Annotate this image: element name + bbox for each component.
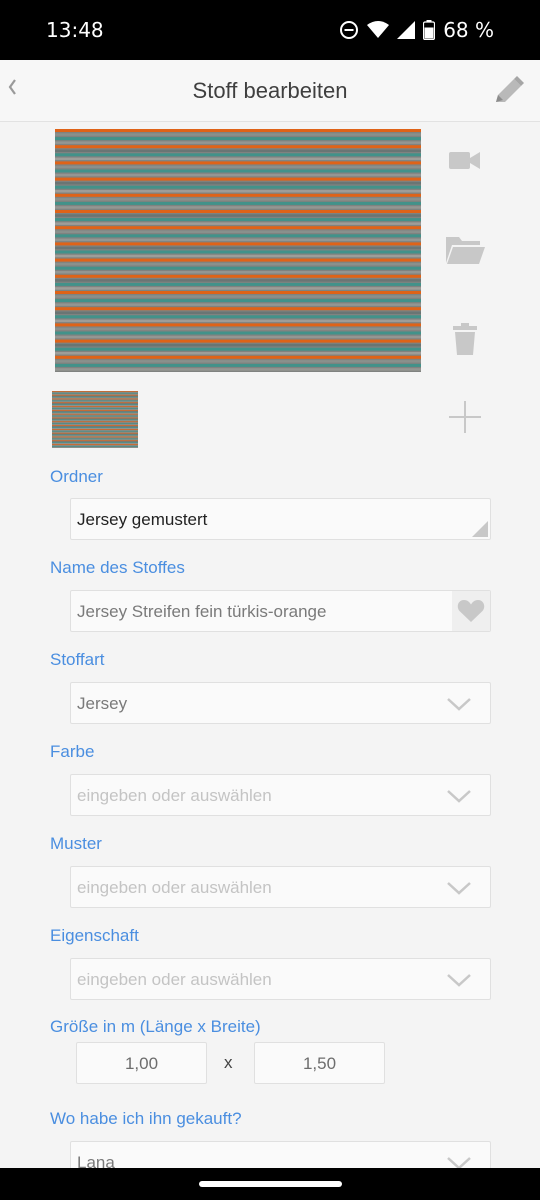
fabric-photo[interactable]	[55, 129, 421, 372]
app-screen: Stoff bearbeiten Ordner Jersey gemustert	[0, 60, 540, 1168]
name-value: Jersey Streifen fein türkis-orange	[77, 602, 327, 621]
page-title: Stoff bearbeiten	[192, 78, 348, 103]
signal-icon	[397, 21, 416, 39]
status-time: 13:48	[46, 18, 104, 42]
gekauft-select[interactable]: Lana	[70, 1141, 491, 1168]
fabric-thumbnail[interactable]	[52, 391, 138, 448]
muster-select[interactable]: eingeben oder auswählen	[70, 866, 491, 908]
chevron-down-icon	[447, 790, 471, 803]
ordner-field[interactable]: Jersey gemustert	[70, 498, 491, 540]
muster-label: Muster	[50, 834, 102, 853]
battery-percent: 68 %	[443, 18, 494, 42]
stoffart-label: Stoffart	[50, 650, 105, 669]
name-field[interactable]: Jersey Streifen fein türkis-orange	[70, 590, 491, 632]
do-not-disturb-icon	[339, 20, 359, 40]
dropdown-corner-icon	[472, 521, 488, 537]
name-label: Name des Stoffes	[50, 558, 185, 577]
farbe-select[interactable]: eingeben oder auswählen	[70, 774, 491, 816]
eigenschaft-select[interactable]: eingeben oder auswählen	[70, 958, 491, 1000]
status-icons: 68 %	[339, 18, 494, 42]
striped-fabric-photo	[55, 129, 421, 372]
delete-button[interactable]	[452, 322, 478, 361]
pencil-icon	[496, 76, 524, 102]
video-camera-icon	[449, 152, 480, 169]
edit-button[interactable]	[490, 74, 526, 110]
battery-icon	[423, 20, 436, 40]
ordner-value: Jersey gemustert	[77, 510, 208, 529]
chevron-down-icon	[447, 974, 471, 987]
status-bar: 13:48 68 %	[0, 0, 540, 60]
gesture-nav-bar	[0, 1168, 540, 1200]
gekauft-label: Wo habe ich ihn gekauft?	[50, 1109, 242, 1128]
folder-button[interactable]	[444, 233, 486, 272]
farbe-label: Farbe	[50, 742, 95, 761]
home-gesture-handle[interactable]	[199, 1181, 342, 1187]
stoffart-select[interactable]: Jersey	[70, 682, 491, 724]
favorite-button[interactable]	[452, 591, 490, 631]
striped-fabric-thumbnail	[52, 391, 138, 448]
wifi-icon	[367, 21, 390, 39]
chevron-down-icon	[447, 698, 471, 711]
top-bar: Stoff bearbeiten	[0, 60, 540, 122]
chevron-down-icon	[447, 882, 471, 895]
muster-placeholder: eingeben oder auswählen	[77, 878, 272, 897]
ordner-label: Ordner	[50, 467, 103, 486]
heart-icon	[457, 600, 485, 622]
gekauft-value: Lana	[77, 1153, 115, 1168]
size-separator: x	[224, 1053, 233, 1072]
stoffart-value: Jersey	[77, 694, 128, 713]
breite-input[interactable]: 1,50	[254, 1042, 385, 1084]
laenge-input[interactable]: 1,00	[76, 1042, 207, 1084]
add-photo-button[interactable]	[448, 400, 482, 439]
chevron-down-icon	[447, 1157, 471, 1168]
eigenschaft-label: Eigenschaft	[50, 926, 139, 945]
eigenschaft-placeholder: eingeben oder auswählen	[77, 970, 272, 989]
farbe-placeholder: eingeben oder auswählen	[77, 786, 272, 805]
trash-icon	[453, 323, 477, 355]
folder-icon	[446, 237, 485, 264]
groesse-label: Größe in m (Länge x Breite)	[50, 1017, 261, 1036]
video-button[interactable]	[448, 148, 482, 177]
plus-icon	[449, 401, 481, 433]
